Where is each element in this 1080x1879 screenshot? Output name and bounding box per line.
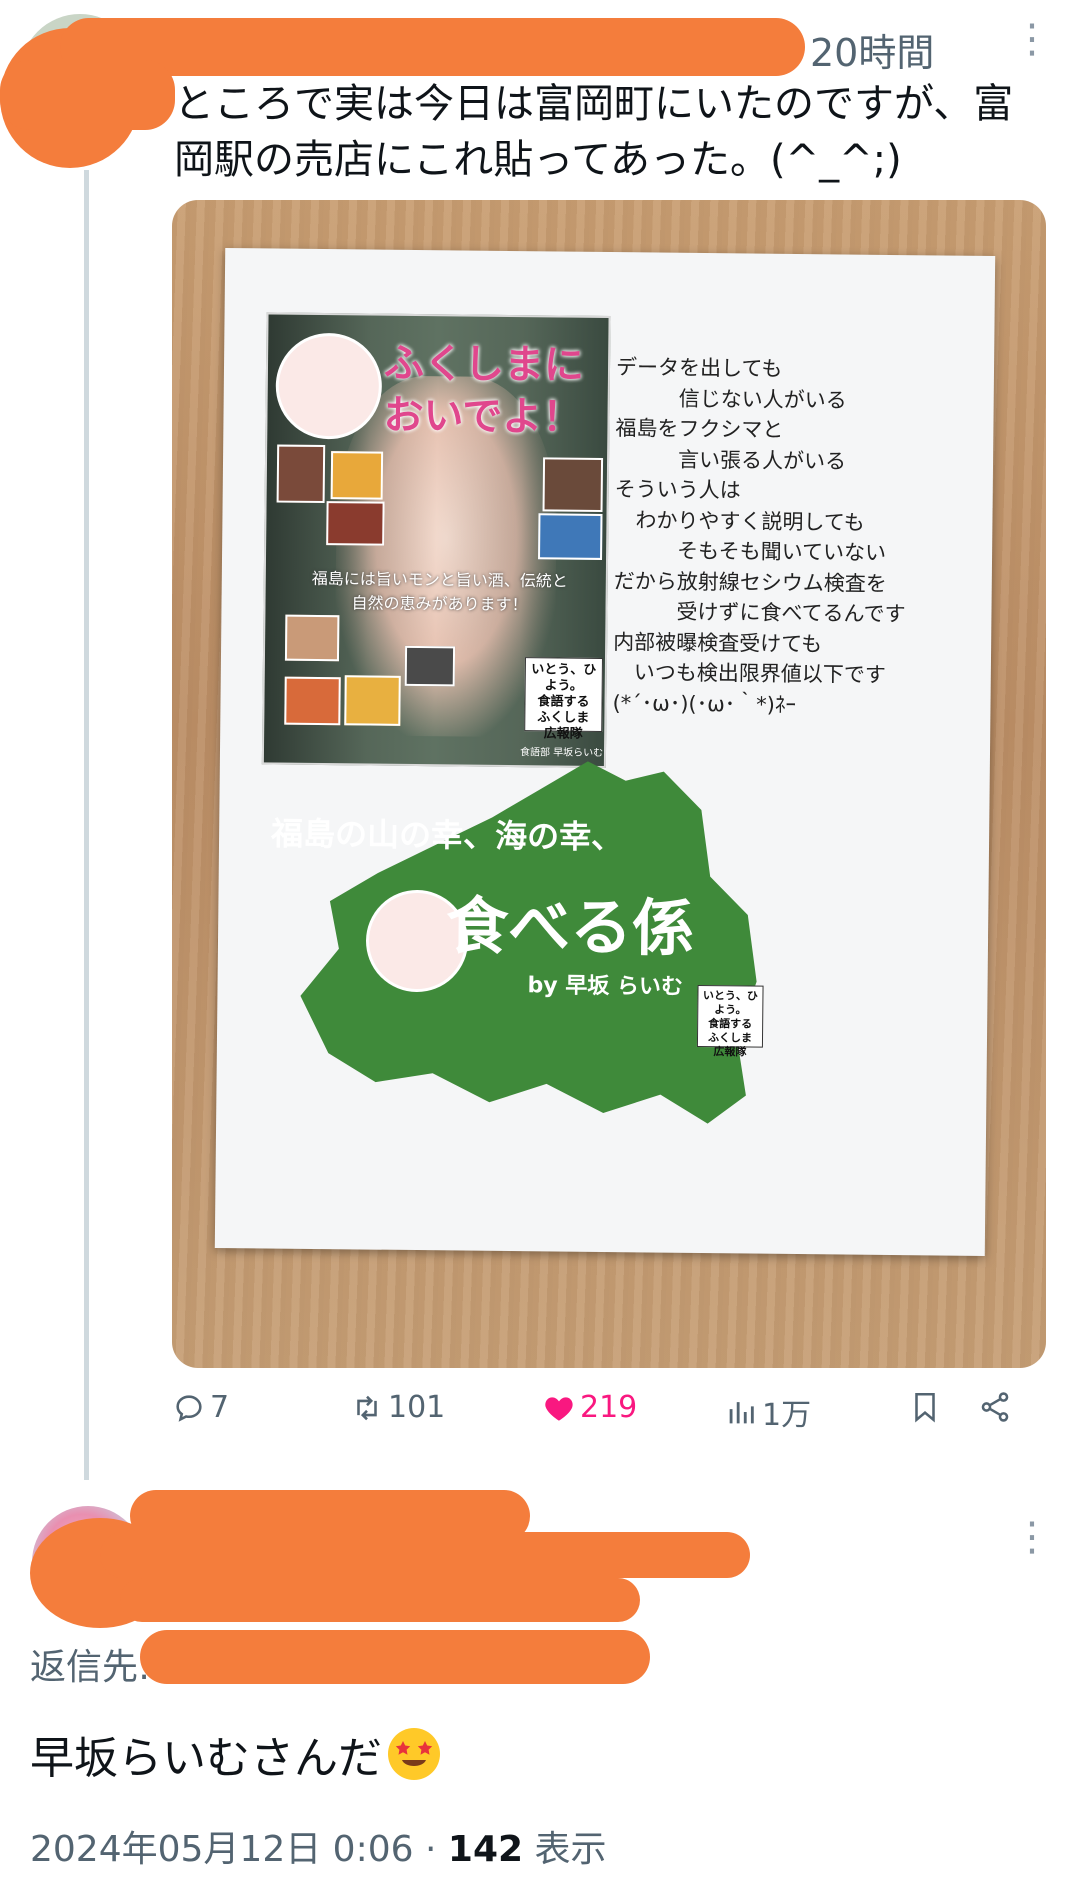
flyer-title-line2: おいでよ！ [383, 391, 583, 441]
food-photo [542, 457, 604, 512]
food-photo [276, 444, 326, 504]
redacted-username [100, 1532, 750, 1578]
food-photo [344, 675, 401, 726]
reply-meta: 2024年05月12日 0:06 · 142 表示 [30, 1820, 607, 1872]
reply-view-label: 表示 [534, 1829, 607, 1870]
reply-text-row: 早坂らいむさんだ [30, 1722, 440, 1786]
poster: ふくしまに おいでよ！ 福島には旨いモンと旨い酒、伝統と自然の恵みがあります！ … [214, 247, 996, 1257]
views-button[interactable]: 1万 [724, 1390, 811, 1434]
redacted-username [120, 1578, 640, 1622]
reply-text: 早坂らいむさんだ [30, 1733, 382, 1784]
food-photo [404, 645, 456, 687]
more-options-icon[interactable]: ⋮ [1012, 1517, 1052, 1557]
reply-count: 7 [210, 1390, 230, 1425]
meta-separator: · [424, 1829, 437, 1870]
retweet-button[interactable]: 101 [350, 1390, 445, 1425]
poster-badge: いとう、ひよう。 食語する ふくしま 広報隊 [696, 984, 764, 1058]
reply-button[interactable]: 7 [172, 1390, 229, 1425]
redacted-reply-target [140, 1630, 650, 1684]
flyer-title: ふくしまに おいでよ！ [383, 338, 584, 444]
like-button[interactable]: 219 [542, 1390, 637, 1425]
food-photo [330, 451, 384, 500]
retweet-icon [357, 1395, 377, 1420]
food-photo [284, 676, 341, 726]
poster-shape-line1: 福島の山の幸、海の幸、 [270, 814, 624, 857]
retweet-count: 101 [388, 1390, 446, 1425]
food-photo [538, 513, 603, 560]
flyer-badge: いとう、ひよう。 食語する ふくしま 広報隊 [524, 657, 603, 742]
analytics-icon [729, 1402, 754, 1424]
share-button[interactable] [978, 1390, 1012, 1424]
flyer-subtitle: 福島には旨いモンと旨い酒、伝統と自然の恵みがあります！ [311, 568, 568, 615]
flyer-logo [275, 332, 383, 440]
reply-view-count: 142 [447, 1829, 524, 1870]
bookmark-button[interactable] [908, 1390, 942, 1424]
redacted-username [60, 18, 805, 76]
reply-to-label: 返信先: [30, 1647, 151, 1688]
food-photo [284, 614, 340, 662]
flyer-image: ふくしまに おいでよ！ 福島には旨いモンと旨い酒、伝統と自然の恵みがあります！ … [261, 312, 611, 769]
reply-date[interactable]: 2024年05月12日 0:06 [30, 1829, 414, 1870]
star-struck-emoji-icon [388, 1728, 440, 1780]
bookmark-icon [915, 1392, 935, 1423]
like-count: 219 [580, 1390, 638, 1425]
tweet-actions: 7 101 219 1万 [172, 1390, 1046, 1440]
heart-icon [545, 1396, 573, 1421]
thread-line [84, 170, 89, 1480]
flyer-title-line1: ふくしまに [383, 339, 585, 389]
redacted-username [0, 60, 175, 130]
share-icon [981, 1392, 1009, 1422]
poster-poem: データを出しても 信じない人がいる 福島をフクシマと 言い張る人がいる そういう… [612, 355, 906, 717]
poster-shape-title: 食べる係 [445, 889, 695, 965]
more-options-icon[interactable]: ⋮ [1012, 19, 1052, 59]
reply-icon [176, 1394, 202, 1422]
food-photo [326, 501, 385, 546]
tweet-text: ところで実は今日は富岡町にいたのですが、富岡駅の売店にこれ貼ってあった。(^_^… [174, 81, 1014, 183]
timestamp[interactable]: 20時間 [810, 22, 934, 77]
poster-shape-byline: by 早坂 らいむ [527, 973, 684, 1000]
tweet-photo[interactable]: ふくしまに おいでよ！ 福島には旨いモンと旨い酒、伝統と自然の恵みがあります！ … [172, 200, 1046, 1368]
view-count: 1万 [762, 1398, 812, 1433]
